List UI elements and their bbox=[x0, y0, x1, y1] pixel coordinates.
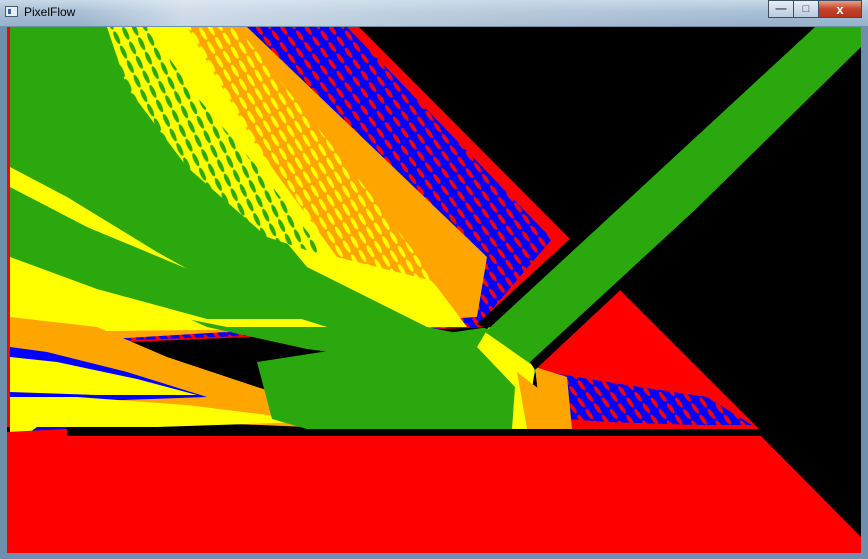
title-bar-glass bbox=[80, 0, 760, 26]
outlet-region-red bbox=[7, 436, 861, 553]
inlet-boundary bbox=[7, 27, 10, 427]
window-controls: — □ x bbox=[768, 0, 862, 19]
window-title: PixelFlow bbox=[24, 5, 76, 19]
app-icon[interactable] bbox=[5, 6, 18, 17]
close-button[interactable]: x bbox=[818, 0, 862, 18]
title-bar[interactable]: PixelFlow — □ x bbox=[0, 0, 868, 26]
bottom-wall bbox=[67, 429, 761, 436]
minimize-button[interactable]: — bbox=[768, 0, 794, 18]
flow-visualization bbox=[7, 27, 861, 553]
simulation-canvas[interactable] bbox=[7, 27, 861, 553]
maximize-button[interactable]: □ bbox=[793, 0, 819, 18]
app-window: PixelFlow — □ x bbox=[0, 0, 868, 559]
